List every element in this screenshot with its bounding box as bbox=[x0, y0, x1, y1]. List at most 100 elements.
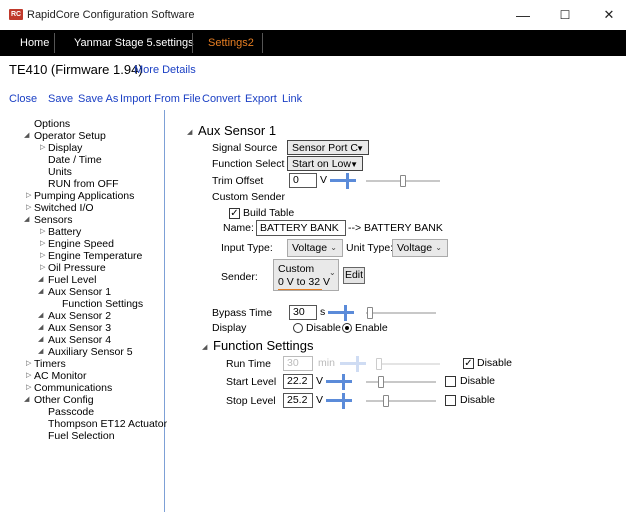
expand-arrow-icon[interactable]: ◢ bbox=[24, 214, 29, 226]
tab-home[interactable]: Home bbox=[12, 30, 57, 56]
expand-arrow-icon[interactable]: ◢ bbox=[38, 322, 43, 334]
expand-arrow-icon[interactable]: ◢ bbox=[202, 342, 207, 354]
tree-item-units[interactable]: Units bbox=[48, 166, 72, 178]
collapsed-arrow-icon[interactable]: ▷ bbox=[26, 190, 31, 202]
close-button[interactable]: ✕ bbox=[596, 5, 622, 25]
collapsed-arrow-icon[interactable]: ▷ bbox=[40, 262, 45, 274]
stop-level-disable-checkbox[interactable] bbox=[445, 395, 456, 406]
build-table-checkbox[interactable]: ✓ bbox=[229, 208, 240, 219]
start-level-slider[interactable] bbox=[366, 381, 436, 383]
start-level-disable-checkbox[interactable] bbox=[445, 376, 456, 387]
app-logo: RC bbox=[9, 9, 23, 20]
menu-save[interactable]: Save bbox=[48, 93, 73, 105]
edit-sender-button[interactable]: Edit bbox=[343, 267, 365, 284]
bypass-time-slider[interactable] bbox=[366, 312, 436, 314]
menu-convert[interactable]: Convert bbox=[202, 93, 241, 105]
tree-item-ac-monitor[interactable]: AC Monitor bbox=[34, 370, 87, 382]
bypass-time-input[interactable]: 30 bbox=[289, 305, 317, 320]
input-type-value: Voltage bbox=[292, 242, 328, 254]
collapsed-arrow-icon[interactable]: ▷ bbox=[40, 226, 45, 238]
start-level-label: Start Level bbox=[226, 376, 277, 388]
tree-item-function-settings[interactable]: Function Settings bbox=[62, 298, 143, 310]
maximize-button[interactable]: ☐ bbox=[552, 5, 578, 25]
more-details-link[interactable]: More Details bbox=[134, 64, 196, 76]
trim-offset-input[interactable]: 0 bbox=[289, 173, 317, 188]
menu-save-as[interactable]: Save As bbox=[78, 93, 118, 105]
tree-item-aux-sensor-4[interactable]: Aux Sensor 4 bbox=[48, 334, 111, 346]
collapsed-arrow-icon[interactable]: ▷ bbox=[26, 370, 31, 382]
trim-offset-slider-thumb[interactable] bbox=[400, 175, 406, 187]
unit-type-dropdown[interactable]: Voltage ⌄ bbox=[392, 239, 448, 257]
expand-arrow-icon[interactable]: ◢ bbox=[24, 394, 29, 406]
signal-source-dropdown[interactable]: Sensor Port C ▼ bbox=[287, 140, 369, 155]
tree-item-date-time[interactable]: Date / Time bbox=[48, 154, 102, 166]
menu-export[interactable]: Export bbox=[245, 93, 277, 105]
expand-arrow-icon[interactable]: ◢ bbox=[187, 127, 192, 139]
menu-close[interactable]: Close bbox=[9, 93, 37, 105]
sender-name-input[interactable]: BATTERY BANK bbox=[256, 220, 346, 236]
stop-level-slider[interactable] bbox=[366, 400, 436, 402]
sender-dropdown[interactable]: Custom 0 V to 32 V ⌄ bbox=[273, 259, 339, 291]
tree-item-oil-pressure[interactable]: Oil Pressure bbox=[48, 262, 106, 274]
tree-item-timers[interactable]: Timers bbox=[34, 358, 66, 370]
decrement-button[interactable] bbox=[326, 399, 336, 402]
stop-level-slider-thumb[interactable] bbox=[383, 395, 389, 407]
tree-item-fuel-selection[interactable]: Fuel Selection bbox=[48, 430, 115, 442]
tab-settings2[interactable]: Settings2 bbox=[200, 30, 262, 56]
tree-item-engine-temperature[interactable]: Engine Temperature bbox=[48, 250, 142, 262]
run-time-slider[interactable] bbox=[376, 363, 440, 365]
tree-item-fuel-level[interactable]: Fuel Level bbox=[48, 274, 96, 286]
minimize-button[interactable]: — bbox=[510, 5, 536, 25]
tab-yanmar-settings[interactable]: Yanmar Stage 5.settings bbox=[66, 30, 202, 56]
decrement-button[interactable] bbox=[326, 380, 336, 383]
tree-item-run-from-off[interactable]: RUN from OFF bbox=[48, 178, 119, 190]
tree-item-pumping-applications[interactable]: Pumping Applications bbox=[34, 190, 134, 202]
expand-arrow-icon[interactable]: ◢ bbox=[24, 130, 29, 142]
tree-item-thompson-et12-actuator[interactable]: Thompson ET12 Actuator bbox=[48, 418, 167, 430]
tree-item-engine-speed[interactable]: Engine Speed bbox=[48, 238, 114, 250]
display-disable-label: Disable bbox=[306, 322, 342, 334]
tree-item-switched-io[interactable]: Switched I/O bbox=[34, 202, 94, 214]
expand-arrow-icon[interactable]: ◢ bbox=[38, 346, 43, 358]
tree-item-operator-setup[interactable]: Operator Setup bbox=[34, 130, 106, 142]
tree-item-battery[interactable]: Battery bbox=[48, 226, 81, 238]
menu-import-from-file[interactable]: Import From File bbox=[120, 93, 201, 105]
bypass-time-unit: s bbox=[320, 306, 326, 318]
tree-item-auxiliary-sensor-5[interactable]: Auxiliary Sensor 5 bbox=[48, 346, 133, 358]
decrement-button[interactable] bbox=[330, 179, 340, 182]
start-level-input[interactable]: 22.2 bbox=[283, 374, 313, 389]
run-time-disable-checkbox[interactable]: ✓ bbox=[463, 358, 474, 369]
tree-item-passcode[interactable]: Passcode bbox=[48, 406, 94, 418]
tree-item-display[interactable]: Display bbox=[48, 142, 82, 154]
input-type-label: Input Type: bbox=[221, 242, 273, 254]
expand-arrow-icon[interactable]: ◢ bbox=[38, 286, 43, 298]
decrement-button[interactable] bbox=[340, 362, 350, 365]
display-disable-radio[interactable] bbox=[293, 323, 303, 333]
run-time-input[interactable]: 30 bbox=[283, 356, 313, 371]
input-type-dropdown[interactable]: Voltage ⌄ bbox=[287, 239, 343, 257]
collapsed-arrow-icon[interactable]: ▷ bbox=[40, 250, 45, 262]
tree-item-aux-sensor-2[interactable]: Aux Sensor 2 bbox=[48, 310, 111, 322]
function-select-dropdown[interactable]: Start on Low ▼ bbox=[287, 156, 363, 171]
bypass-time-slider-thumb[interactable] bbox=[367, 307, 373, 319]
display-enable-radio[interactable] bbox=[342, 323, 352, 333]
tree-item-communications[interactable]: Communications bbox=[34, 382, 112, 394]
expand-arrow-icon[interactable]: ◢ bbox=[38, 334, 43, 346]
collapsed-arrow-icon[interactable]: ▷ bbox=[40, 142, 45, 154]
tree-item-aux-sensor-1[interactable]: Aux Sensor 1 bbox=[48, 286, 111, 298]
tree-item-other-config[interactable]: Other Config bbox=[34, 394, 94, 406]
collapsed-arrow-icon[interactable]: ▷ bbox=[26, 358, 31, 370]
tree-item-sensors[interactable]: Sensors bbox=[34, 214, 73, 226]
start-level-slider-thumb[interactable] bbox=[378, 376, 384, 388]
tree-item-aux-sensor-3[interactable]: Aux Sensor 3 bbox=[48, 322, 111, 334]
decrement-button[interactable] bbox=[328, 311, 338, 314]
stop-level-input[interactable]: 25.2 bbox=[283, 393, 313, 408]
collapsed-arrow-icon[interactable]: ▷ bbox=[26, 382, 31, 394]
tree-item-options[interactable]: Options bbox=[34, 118, 70, 130]
collapsed-arrow-icon[interactable]: ▷ bbox=[26, 202, 31, 214]
expand-arrow-icon[interactable]: ◢ bbox=[38, 310, 43, 322]
menu-link[interactable]: Link bbox=[282, 93, 302, 105]
expand-arrow-icon[interactable]: ◢ bbox=[38, 274, 43, 286]
run-time-slider-thumb[interactable] bbox=[376, 358, 382, 370]
collapsed-arrow-icon[interactable]: ▷ bbox=[40, 238, 45, 250]
